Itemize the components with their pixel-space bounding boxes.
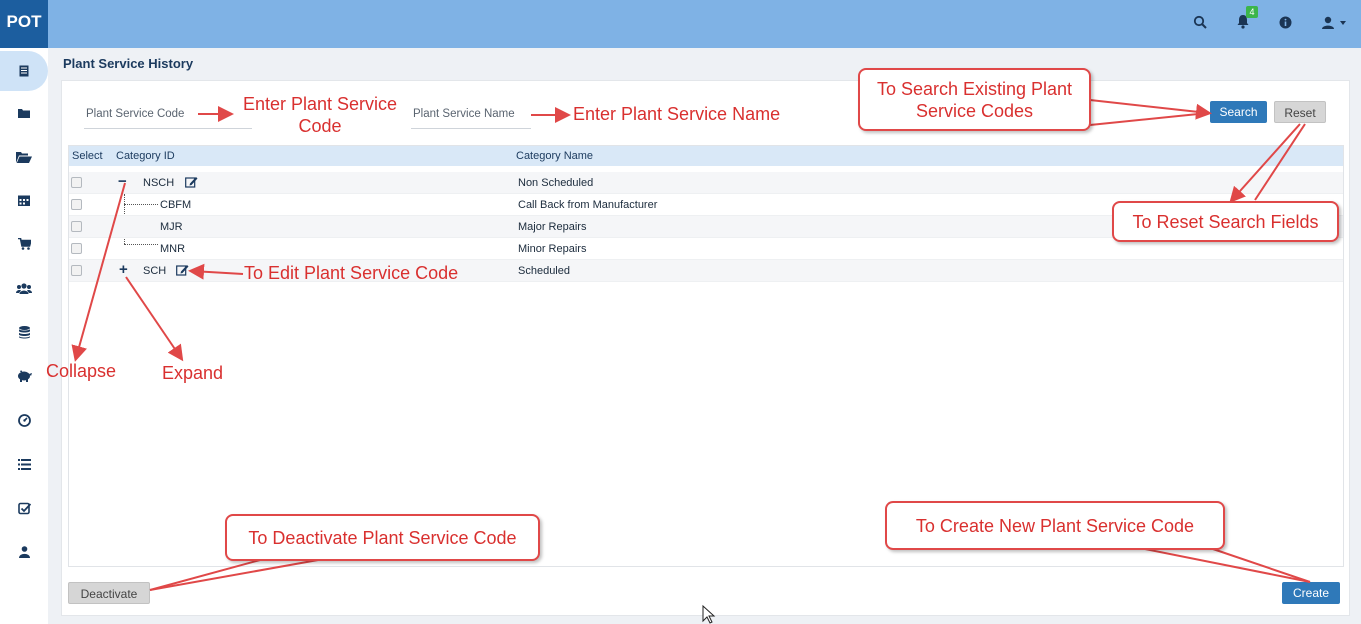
annotation-enter-name: Enter Plant Service Name <box>573 104 781 124</box>
annotation-edit-hint: To Edit Plant Service Code <box>244 263 459 283</box>
annotation-collapse: Collapse <box>46 361 117 381</box>
callout-deactivate-hint: To Deactivate Plant Service Code <box>225 514 540 561</box>
annotation-expand: Expand <box>162 363 224 383</box>
callout-create-hint: To Create New Plant Service Code <box>885 501 1225 550</box>
callout-reset-hint: To Reset Search Fields <box>1112 201 1339 242</box>
callout-search-hint: To Search Existing Plant Service Codes <box>858 68 1091 131</box>
annotation-enter-code-text: Enter Plant Service Code <box>242 94 398 136</box>
annotation-enter-code: Enter Plant Service Code <box>236 93 404 137</box>
